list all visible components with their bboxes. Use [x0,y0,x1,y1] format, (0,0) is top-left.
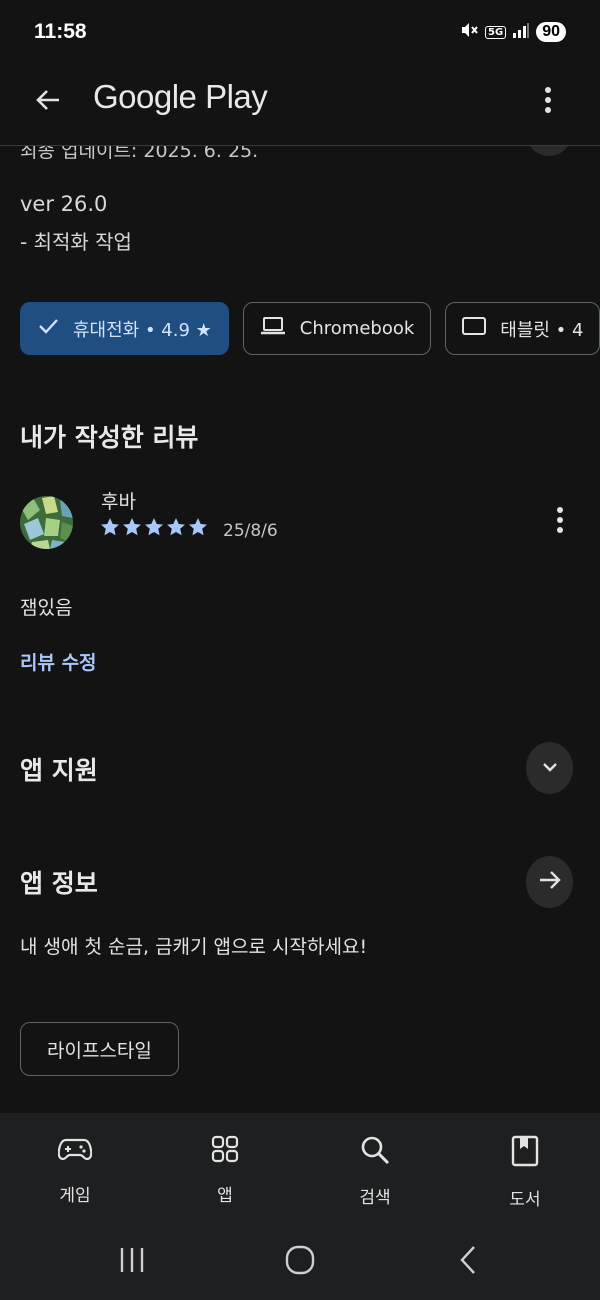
mute-icon [459,20,479,44]
recents-icon [118,1247,146,1277]
search-icon [360,1135,390,1169]
apps-grid-icon [211,1135,239,1167]
status-time: 11:58 [34,20,87,43]
nav-label: 검색 [359,1188,391,1208]
review-text: 잼있음 [20,597,73,619]
check-icon [37,315,59,342]
app-support-title: 앱 지원 [20,756,98,785]
star-icon [100,517,120,541]
star-icon [166,517,186,541]
more-vert-icon [544,86,552,118]
star-icon [122,517,142,541]
tablet-icon [462,316,487,341]
gamepad-icon [57,1135,93,1167]
review-date: 25/8/6 [223,521,278,541]
chip-label: Chromebook [299,318,415,339]
nav-label: 도서 [509,1190,541,1210]
system-back-button[interactable] [446,1244,490,1280]
app-title: Google Play [93,78,268,115]
battery-indicator: 90 [536,22,566,42]
nav-search[interactable]: 검색 [300,1113,450,1230]
app-description: 내 생애 첫 순금, 금캐기 앱으로 시작하세요! [20,936,368,958]
signal-icon [512,22,530,42]
avatar [20,496,73,549]
book-icon [511,1135,539,1171]
version-text: ver 26.0 [20,192,108,216]
chip-phone[interactable]: 휴대전화 • 4.9 ★ [20,302,229,355]
network-badge: 5G [485,25,507,39]
more-options-button[interactable] [526,80,570,124]
chip-label: 태블릿 • 4 [500,319,584,341]
nav-label: 게임 [59,1186,91,1206]
star-icon [188,517,208,541]
more-vert-icon [556,506,564,538]
chip-chromebook[interactable]: Chromebook [242,302,432,355]
device-chips: 휴대전화 • 4.9 ★ Chromebook 태블릿 • 4 [20,302,600,355]
star-rating [100,517,208,541]
app-support-expand-button[interactable] [526,742,573,794]
review-options-button[interactable] [546,504,574,540]
home-icon [285,1245,315,1279]
star-icon [144,517,164,541]
chevron-left-icon [458,1245,478,1279]
category-chip[interactable]: 라이프스타일 [20,1022,179,1076]
arrow-left-icon [33,85,63,119]
laptop-icon [260,316,286,341]
recent-apps-button[interactable] [110,1244,154,1280]
home-button[interactable] [278,1244,322,1280]
reviewer-name: 후바 [101,491,136,513]
version-note: - 최적화 작업 [20,230,132,254]
chip-label: 휴대전화 • 4.9 ★ [73,319,212,341]
status-icons: 5G 90 [459,20,566,44]
chevron-down-icon [540,759,560,778]
app-info-title: 앱 정보 [20,869,98,898]
my-review-title: 내가 작성한 리뷰 [20,423,199,452]
app-bar: Google Play [0,66,600,146]
chip-tablet[interactable]: 태블릿 • 4 [445,302,600,355]
nav-books[interactable]: 도서 [450,1113,600,1230]
nav-apps[interactable]: 앱 [150,1113,300,1230]
nav-games[interactable]: 게임 [0,1113,150,1230]
system-nav [0,1230,600,1300]
nav-label: 앱 [217,1186,233,1206]
bottom-nav: 게임 앱 검색 도서 [0,1113,600,1230]
back-button[interactable] [26,80,70,124]
status-bar: 11:58 5G 90 [0,0,600,66]
arrow-right-icon [538,868,562,896]
app-info-open-button[interactable] [526,856,573,908]
edit-review-link[interactable]: 리뷰 수정 [20,648,97,675]
